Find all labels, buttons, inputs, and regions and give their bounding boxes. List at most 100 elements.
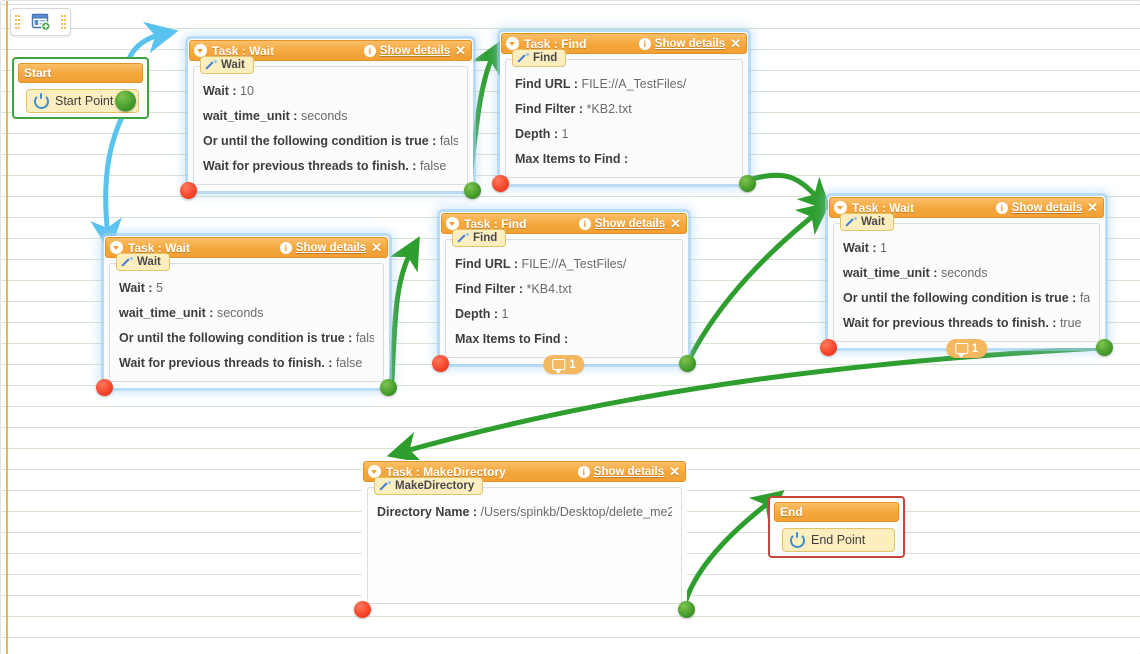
close-icon[interactable]: ✕: [669, 217, 681, 230]
info-icon: i: [577, 465, 590, 478]
output-port[interactable]: [1096, 339, 1113, 356]
drag-grip-icon-right[interactable]: [61, 15, 66, 29]
show-details-link[interactable]: Show details: [1012, 202, 1082, 214]
end-node-title: End: [774, 502, 899, 522]
wand-icon: [846, 216, 857, 228]
property-label: Depth :: [455, 307, 499, 321]
input-port[interactable]: [354, 601, 371, 618]
wand-icon: [206, 59, 217, 71]
property-label: wait_time_unit :: [119, 306, 214, 320]
close-icon[interactable]: ✕: [729, 37, 741, 50]
panel-body: Find Find URL : FILE://A_TestFiles/ Find…: [445, 229, 683, 358]
show-details-link[interactable]: Show details: [380, 45, 450, 57]
task-panel-find-kb2[interactable]: Task : Find i Show details ✕ Find Find U…: [492, 32, 756, 192]
panel-body: Wait Wait : 5 wait_time_unit : seconds O…: [109, 253, 384, 382]
wire-find-kb4-to-wait1: [687, 202, 831, 361]
comment-badge[interactable]: 1: [945, 339, 988, 358]
wand-icon: [518, 52, 529, 64]
property-row: Find Filter : *KB4.txt: [455, 277, 673, 302]
show-details-link[interactable]: Show details: [595, 218, 665, 230]
property-label: Wait for previous threads to finish. :: [203, 159, 417, 173]
canvas-toolbar[interactable]: [10, 8, 71, 36]
show-details-link[interactable]: Show details: [594, 466, 664, 478]
property-value: true: [1059, 316, 1082, 330]
task-type-tab[interactable]: Find: [512, 49, 567, 67]
start-node[interactable]: Start Start Point: [12, 57, 149, 119]
end-node[interactable]: End End Point: [768, 496, 905, 558]
task-type-tab[interactable]: Wait: [840, 213, 894, 231]
property-row: Wait for previous threads to finish. : f…: [203, 154, 458, 179]
wand-icon: [122, 256, 133, 268]
close-icon[interactable]: ✕: [668, 465, 680, 478]
task-type-tab[interactable]: Wait: [116, 253, 170, 271]
property-label: Find URL :: [515, 77, 578, 91]
property-label: Max Items to Find :: [515, 152, 629, 166]
property-value: *KB2.txt: [586, 102, 632, 116]
wire-makedirectory-to-end: [683, 490, 785, 603]
property-label: Max Items to Find :: [455, 332, 569, 346]
power-icon: [34, 92, 49, 109]
output-port[interactable]: [679, 355, 696, 372]
show-details-link[interactable]: Show details: [296, 242, 366, 254]
property-label: Or until the following condition is true…: [843, 291, 1077, 305]
input-port[interactable]: [820, 339, 837, 356]
property-row: Wait : 10: [203, 79, 458, 104]
property-value: 1: [880, 241, 887, 255]
task-type-label: Wait: [137, 256, 161, 268]
property-row: Wait : 5: [119, 276, 374, 301]
property-label: Depth :: [515, 127, 559, 141]
property-row: Max Items to Find :: [515, 147, 733, 172]
property-value: false: [439, 134, 458, 148]
output-port[interactable]: [380, 379, 397, 396]
output-port[interactable]: [678, 601, 695, 618]
show-details-link[interactable]: Show details: [655, 38, 725, 50]
property-value: false: [335, 356, 363, 370]
add-form-icon[interactable]: [31, 13, 51, 31]
input-port[interactable]: [492, 175, 509, 192]
property-row: wait_time_unit : seconds: [119, 301, 374, 326]
task-type-tab[interactable]: Find: [452, 229, 507, 247]
property-rows: Directory Name : /Users/spinkb/Desktop/d…: [368, 500, 681, 525]
task-panel-wait-1[interactable]: Task : Wait i Show details ✕ Wait Wait :…: [820, 196, 1113, 358]
close-icon[interactable]: ✕: [370, 241, 382, 254]
task-type-tab[interactable]: MakeDirectory: [374, 477, 484, 495]
property-row: Depth : 1: [515, 122, 733, 147]
panel-body: MakeDirectory Directory Name : /Users/sp…: [367, 477, 682, 604]
property-value: seconds: [300, 109, 348, 123]
comment-badge[interactable]: 1: [543, 355, 585, 374]
end-point-button[interactable]: End Point: [782, 528, 895, 552]
output-port[interactable]: [739, 175, 756, 192]
start-output-port[interactable]: [115, 90, 136, 112]
property-row: Find Filter : *KB2.txt: [515, 97, 733, 122]
property-value: FILE://A_TestFiles/: [521, 257, 627, 271]
panel-body: Wait Wait : 10 wait_time_unit : seconds …: [193, 56, 468, 185]
task-type-label: Wait: [221, 59, 245, 71]
start-point-button[interactable]: Start Point: [26, 89, 139, 113]
task-panel-wait-5[interactable]: Task : Wait i Show details ✕ Wait Wait :…: [96, 236, 397, 396]
power-icon: [790, 531, 805, 548]
drag-grip-icon[interactable]: [15, 15, 20, 29]
close-icon[interactable]: ✕: [454, 44, 466, 57]
task-panel-find-kb4[interactable]: Task : Find i Show details ✕ Find Find U…: [432, 212, 696, 374]
output-port[interactable]: [464, 182, 481, 199]
wand-icon: [380, 480, 391, 492]
task-panel-makedirectory[interactable]: Task : MakeDirectory i Show details ✕ Ma…: [354, 460, 695, 618]
comment-bubble-icon: [954, 343, 968, 358]
property-rows: Find URL : FILE://A_TestFiles/ Find Filt…: [446, 252, 682, 352]
comment-count: 1: [971, 342, 979, 355]
task-panel-wait-10[interactable]: Task : Wait i Show details ✕ Wait Wait :…: [180, 39, 481, 199]
property-label: wait_time_unit :: [203, 109, 298, 123]
close-icon[interactable]: ✕: [1086, 201, 1098, 214]
panel-body: Wait Wait : 1 wait_time_unit : seconds O…: [833, 213, 1100, 342]
property-row: Depth : 1: [455, 302, 673, 327]
input-port[interactable]: [96, 379, 113, 396]
workflow-canvas[interactable]: Start Start Point End End Point Task : W…: [0, 0, 1140, 654]
property-label: Wait for previous threads to finish. :: [119, 356, 333, 370]
property-label: Wait for previous threads to finish. :: [843, 316, 1057, 330]
input-port[interactable]: [180, 182, 197, 199]
property-rows: Wait : 1 wait_time_unit : seconds Or unt…: [834, 236, 1099, 336]
property-row: Or until the following condition is true…: [843, 286, 1090, 311]
task-type-label: Find: [533, 52, 558, 64]
input-port[interactable]: [432, 355, 449, 372]
task-type-tab[interactable]: Wait: [200, 56, 254, 74]
